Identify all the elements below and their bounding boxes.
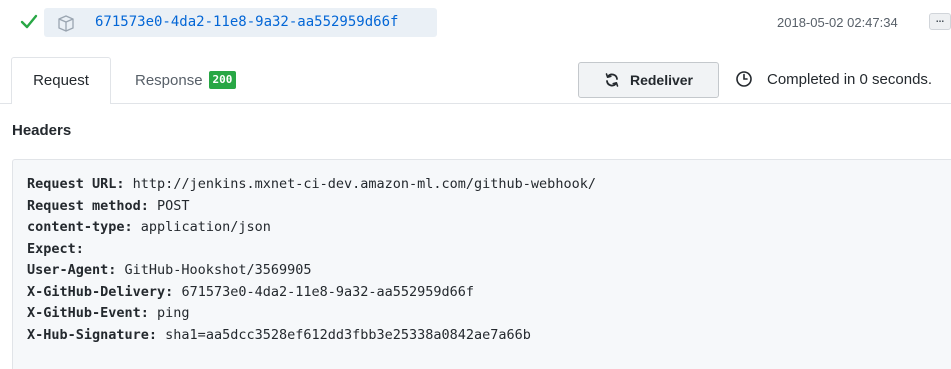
header-key: Expect: bbox=[27, 240, 84, 257]
header-value: ping bbox=[148, 305, 190, 321]
section-title-headers: Headers bbox=[12, 122, 72, 139]
redeliver-label: Redeliver bbox=[629, 72, 694, 88]
headers-code-block: Request URL: http://jenkins.mxnet-ci-dev… bbox=[12, 159, 951, 369]
status-badge: 200 bbox=[208, 71, 237, 89]
header-line: content-type: application/json bbox=[27, 217, 951, 239]
header-key: content-type: bbox=[27, 219, 133, 235]
tab-divider bbox=[0, 103, 951, 104]
check-icon bbox=[20, 14, 38, 29]
header-value: sha1=aa5dcc3528ef612dd3fbb3e25338a0842ae… bbox=[157, 326, 531, 343]
header-value: POST bbox=[148, 197, 190, 214]
header-line: X-GitHub-Delivery: 671573e0-4da2-11e8-9a… bbox=[27, 282, 951, 304]
header-line: X-Hub-Signature: sha1=aa5dcc3528ef612dd3… bbox=[27, 325, 951, 347]
header-line: User-Agent: GitHub-Hookshot/3569905 bbox=[27, 260, 951, 282]
tab-request[interactable]: Request bbox=[11, 57, 111, 104]
tab-response-label: Response bbox=[135, 71, 203, 89]
redeliver-button[interactable]: Redeliver bbox=[578, 62, 719, 98]
header-value: application/json bbox=[132, 219, 271, 235]
header-key: Request method: bbox=[27, 197, 149, 214]
header-key: X-Hub-Signature: bbox=[27, 326, 158, 343]
delivery-timestamp: 2018-05-02 02:47:34 bbox=[777, 15, 898, 30]
header-line: Expect: bbox=[27, 239, 951, 261]
completion-status: Completed in 0 seconds. bbox=[767, 71, 933, 88]
delivery-guid[interactable]: 671573e0-4da2-11e8-9a32-aa552959d66f bbox=[95, 12, 398, 32]
header-line: Request method: POST bbox=[27, 196, 951, 218]
more-button[interactable]: ... bbox=[929, 13, 951, 30]
header-key: Request URL: bbox=[27, 176, 125, 192]
header-key: X-GitHub-Delivery: bbox=[27, 283, 174, 300]
header-key: User-Agent: bbox=[27, 262, 117, 278]
header-value: 671573e0-4da2-11e8-9a32-aa552959d66f bbox=[173, 283, 475, 300]
header-value: http://jenkins.mxnet-ci-dev.amazon-ml.co… bbox=[124, 176, 596, 192]
header-line: Request URL: http://jenkins.mxnet-ci-dev… bbox=[27, 174, 951, 196]
clock-icon bbox=[736, 71, 752, 87]
header-value: GitHub-Hookshot/3569905 bbox=[116, 262, 312, 278]
sync-icon bbox=[605, 73, 619, 87]
package-icon bbox=[58, 15, 74, 32]
tab-response[interactable]: Response 200 bbox=[135, 57, 237, 103]
header-key: X-GitHub-Event: bbox=[27, 305, 149, 321]
header-line: X-GitHub-Event: ping bbox=[27, 303, 951, 325]
